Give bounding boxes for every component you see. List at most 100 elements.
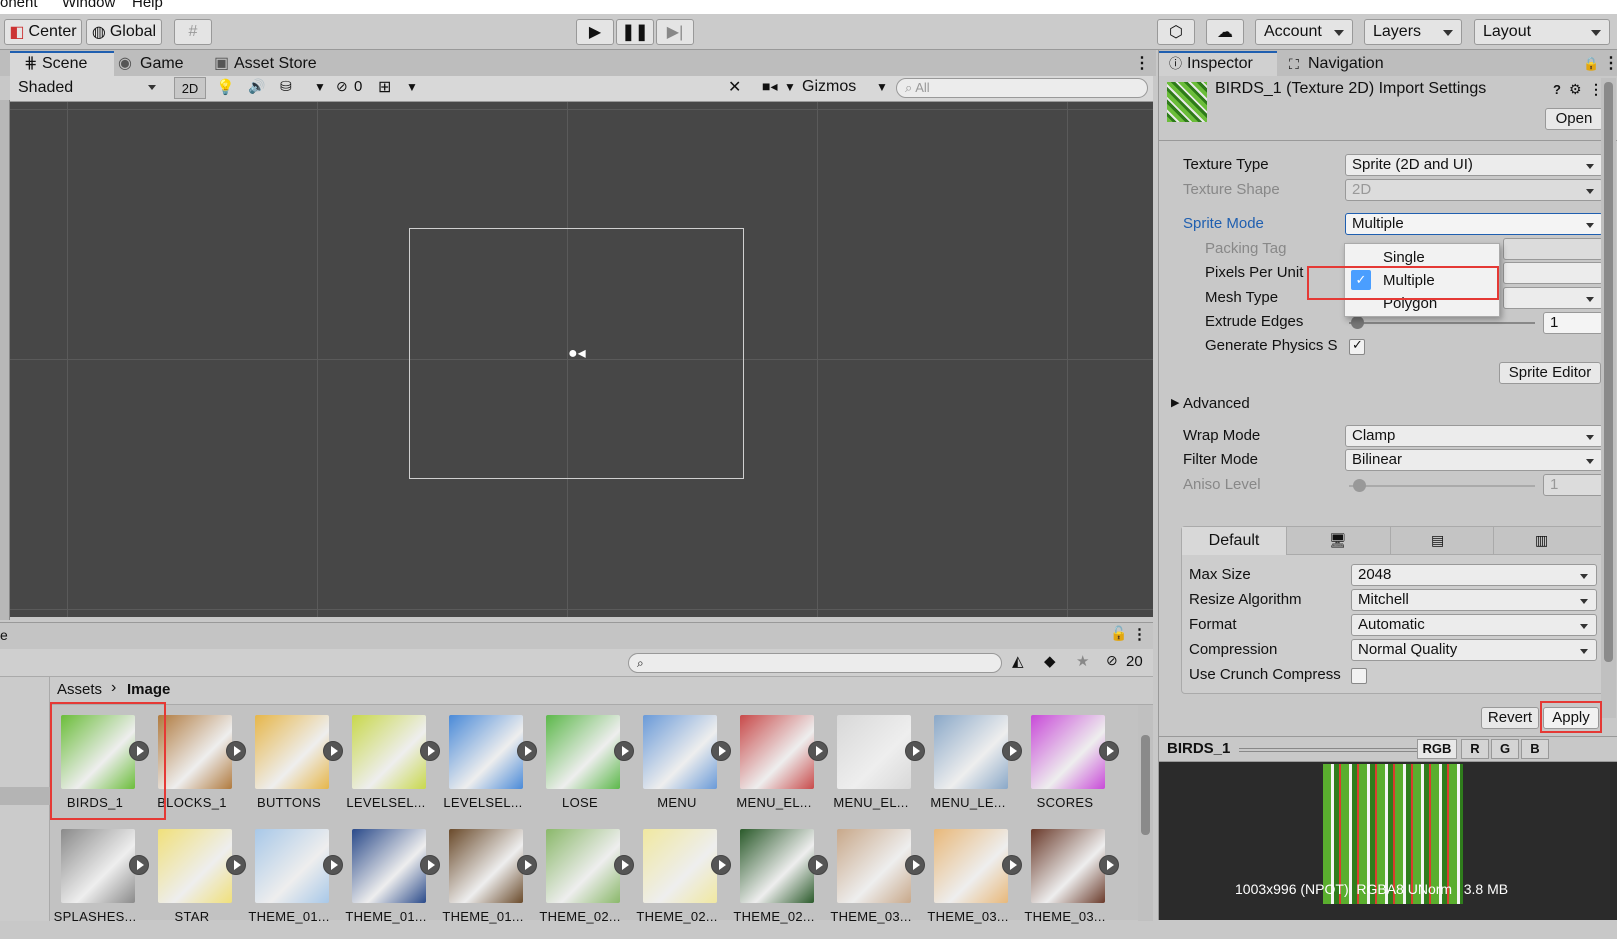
camera-caret-icon[interactable]: ▼ bbox=[784, 80, 796, 94]
gizmos-caret-icon[interactable]: ▼ bbox=[876, 80, 888, 94]
channel-r-button[interactable]: R bbox=[1461, 739, 1489, 759]
camera-gizmo-icon[interactable]: ●◂ bbox=[568, 343, 586, 363]
tools-icon[interactable]: ✕ bbox=[728, 77, 741, 97]
expand-sprites-icon[interactable] bbox=[1099, 855, 1119, 875]
play-button[interactable]: ▶ bbox=[576, 19, 614, 45]
filter-mode-dropdown[interactable]: Bilinear bbox=[1345, 449, 1603, 471]
channel-rgb-button[interactable]: RGB bbox=[1417, 739, 1457, 759]
generate-physics-checkbox[interactable]: ✓ bbox=[1349, 337, 1365, 355]
standalone-platform-icon[interactable]: 🖥 bbox=[1329, 532, 1347, 549]
asset-item[interactable]: MENU_EL... bbox=[730, 715, 828, 825]
expand-sprites-icon[interactable] bbox=[711, 741, 731, 761]
tab-asset-store[interactable]: Asset Store bbox=[234, 52, 317, 76]
scene-viewport[interactable]: ●◂ bbox=[10, 102, 1153, 617]
use-crunch-checkbox[interactable] bbox=[1351, 668, 1367, 684]
layout-dropdown[interactable]: Layout bbox=[1474, 19, 1610, 45]
wrap-mode-dropdown[interactable]: Clamp bbox=[1345, 425, 1603, 447]
menu-window[interactable]: Window bbox=[62, 0, 115, 10]
expand-sprites-icon[interactable] bbox=[129, 855, 149, 875]
filter-label-icon[interactable]: ◆ bbox=[1044, 652, 1056, 670]
collab-button[interactable]: ⬡ bbox=[1157, 19, 1195, 45]
step-button[interactable]: ▶| bbox=[656, 19, 694, 45]
expand-sprites-icon[interactable] bbox=[905, 855, 925, 875]
asset-item[interactable]: THEME_03... bbox=[924, 829, 1022, 939]
inspector-scroll-thumb[interactable] bbox=[1604, 82, 1613, 662]
expand-sprites-icon[interactable] bbox=[905, 741, 925, 761]
asset-item[interactable]: THEME_02... bbox=[730, 829, 828, 939]
expand-sprites-icon[interactable] bbox=[420, 741, 440, 761]
asset-item[interactable]: SPLASHES... bbox=[51, 829, 149, 939]
gizmos-dropdown[interactable]: Gizmos bbox=[802, 78, 856, 96]
open-button[interactable]: Open bbox=[1545, 108, 1603, 130]
expand-sprites-icon[interactable] bbox=[226, 855, 246, 875]
expand-sprites-icon[interactable] bbox=[1002, 855, 1022, 875]
asset-item[interactable]: MENU bbox=[633, 715, 731, 825]
hidden-packages-icon[interactable]: ⊘ bbox=[1106, 652, 1118, 669]
expand-sprites-icon[interactable] bbox=[323, 741, 343, 761]
expand-sprites-icon[interactable] bbox=[1002, 741, 1022, 761]
sprite-editor-button[interactable]: Sprite Editor bbox=[1499, 362, 1601, 384]
asset-item[interactable]: MENU_EL... bbox=[827, 715, 925, 825]
light-icon[interactable]: 💡 bbox=[216, 78, 235, 96]
expand-sprites-icon[interactable] bbox=[614, 741, 634, 761]
project-lock-icon[interactable]: 🔓 bbox=[1110, 625, 1127, 642]
asset-item[interactable]: BUTTONS bbox=[245, 715, 343, 825]
asset-item[interactable]: THEME_02... bbox=[536, 829, 634, 939]
asset-item[interactable]: THEME_02... bbox=[633, 829, 731, 939]
asset-item[interactable]: THEME_01... bbox=[342, 829, 440, 939]
menu-help[interactable]: Help bbox=[132, 0, 163, 10]
mesh-type-dropdown[interactable] bbox=[1503, 287, 1603, 309]
inspector-lock-icon[interactable]: 🔒 bbox=[1583, 52, 1599, 76]
scene-search-input[interactable]: ⌕ All bbox=[896, 78, 1148, 98]
android-platform-icon[interactable]: ▥ bbox=[1535, 532, 1548, 549]
extrude-edges-input[interactable]: 1 bbox=[1543, 312, 1603, 334]
extrude-slider-thumb[interactable] bbox=[1351, 316, 1364, 329]
breadcrumb-assets[interactable]: Assets bbox=[57, 681, 102, 698]
expand-sprites-icon[interactable] bbox=[420, 855, 440, 875]
asset-item[interactable]: THEME_03... bbox=[827, 829, 925, 939]
cloud-button[interactable]: ☁ bbox=[1206, 19, 1244, 45]
max-size-dropdown[interactable]: 2048 bbox=[1351, 564, 1597, 586]
asset-item[interactable]: SCORES bbox=[1021, 715, 1119, 825]
packing-tag-input[interactable] bbox=[1503, 238, 1603, 260]
grid-icon[interactable]: ⊞ bbox=[378, 77, 391, 97]
effects-icon[interactable]: ⛁ bbox=[280, 78, 292, 95]
favorites-star-icon[interactable]: ★ bbox=[1076, 652, 1089, 670]
tab-game[interactable]: Game bbox=[140, 52, 184, 76]
asset-item[interactable]: MENU_LE... bbox=[924, 715, 1022, 825]
filter-type-icon[interactable]: ◭ bbox=[1012, 652, 1024, 670]
expand-sprites-icon[interactable] bbox=[323, 855, 343, 875]
pixels-per-unit-input[interactable] bbox=[1503, 262, 1603, 284]
audio-icon[interactable]: 🔊 bbox=[248, 78, 265, 95]
toggle-2d-button[interactable]: 2D bbox=[174, 77, 206, 99]
asset-item[interactable]: THEME_01... bbox=[439, 829, 537, 939]
project-scroll-thumb[interactable] bbox=[1141, 735, 1150, 835]
expand-sprites-icon[interactable] bbox=[517, 741, 537, 761]
help-icon[interactable]: ? bbox=[1553, 82, 1561, 97]
snap-button[interactable]: # bbox=[174, 19, 212, 45]
advanced-foldout-icon[interactable]: ▶ bbox=[1171, 394, 1179, 412]
option-single[interactable]: Single bbox=[1383, 249, 1425, 266]
expand-sprites-icon[interactable] bbox=[808, 855, 828, 875]
grid-caret-icon[interactable]: ▼ bbox=[406, 80, 418, 94]
asset-item[interactable]: THEME_03... bbox=[1021, 829, 1119, 939]
expand-sprites-icon[interactable] bbox=[517, 855, 537, 875]
channel-g-button[interactable]: G bbox=[1491, 739, 1519, 759]
inspector-more-icon[interactable]: ⋮ bbox=[1603, 52, 1617, 76]
resize-algorithm-dropdown[interactable]: Mitchell bbox=[1351, 589, 1597, 611]
preset-icon[interactable]: ⚙ bbox=[1569, 81, 1582, 98]
expand-sprites-icon[interactable] bbox=[1099, 741, 1119, 761]
sprite-mode-dropdown[interactable]: Multiple bbox=[1345, 213, 1603, 235]
expand-sprites-icon[interactable] bbox=[711, 855, 731, 875]
project-search-input[interactable]: ⌕ bbox=[628, 653, 1002, 673]
webgl-platform-icon[interactable]: ▤ bbox=[1431, 532, 1444, 549]
texture-type-dropdown[interactable]: Sprite (2D and UI) bbox=[1345, 154, 1603, 176]
expand-sprites-icon[interactable] bbox=[226, 741, 246, 761]
hidden-objects-icon[interactable]: ⊘ bbox=[336, 78, 348, 95]
channel-b-button[interactable]: B bbox=[1521, 739, 1549, 759]
expand-sprites-icon[interactable] bbox=[614, 855, 634, 875]
menu-component[interactable]: onent bbox=[0, 0, 38, 10]
asset-item[interactable]: STAR bbox=[148, 829, 246, 939]
asset-item[interactable]: LEVELSEL... bbox=[439, 715, 537, 825]
expand-sprites-icon[interactable] bbox=[808, 741, 828, 761]
